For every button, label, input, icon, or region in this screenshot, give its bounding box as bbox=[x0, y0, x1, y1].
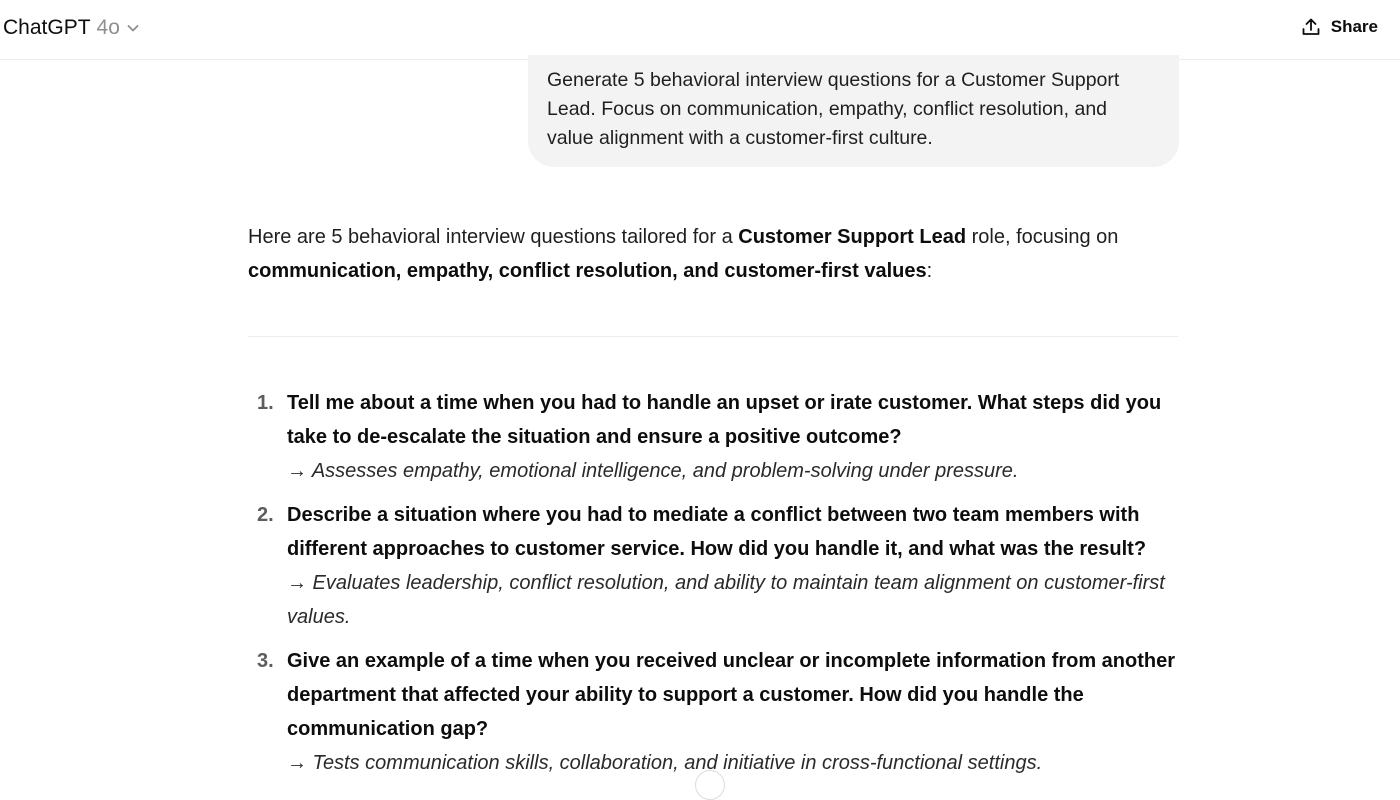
question-note: → Evaluates leadership, conflict resolut… bbox=[287, 572, 1165, 628]
section-divider bbox=[248, 336, 1178, 337]
question-text: Tell me about a time when you had to han… bbox=[287, 392, 1162, 448]
model-name: ChatGPT bbox=[3, 16, 91, 39]
chevron-down-icon bbox=[126, 21, 140, 35]
user-message-bubble: Generate 5 behavioral interview question… bbox=[528, 55, 1179, 167]
scroll-down-button[interactable] bbox=[695, 770, 725, 800]
list-item: 3. Give an example of a time when you re… bbox=[248, 644, 1178, 780]
user-message-text: Generate 5 behavioral interview question… bbox=[547, 69, 1120, 149]
intro-bold-focus: communication, empathy, conflict resolut… bbox=[248, 260, 927, 282]
question-note: → Tests communication skills, collaborat… bbox=[287, 752, 1043, 774]
question-note: → Assesses empathy, emotional intelligen… bbox=[287, 460, 1019, 482]
question-list: 1. Tell me about a time when you had to … bbox=[248, 386, 1178, 790]
intro-text-3: : bbox=[926, 260, 933, 282]
intro-bold-role: Customer Support Lead bbox=[738, 226, 967, 248]
model-selector[interactable]: ChatGPT 4o bbox=[3, 16, 140, 40]
share-label: Share bbox=[1330, 17, 1378, 36]
intro-text-1: Here are 5 behavioral interview question… bbox=[248, 226, 739, 248]
list-item: 1. Tell me about a time when you had to … bbox=[248, 386, 1178, 488]
model-version: 4o bbox=[96, 16, 120, 39]
list-item-number: 1. bbox=[257, 392, 274, 414]
question-text: Describe a situation where you had to me… bbox=[287, 504, 1147, 560]
list-item-number: 3. bbox=[257, 650, 274, 672]
share-upload-icon bbox=[1302, 18, 1320, 35]
question-text: Give an example of a time when you recei… bbox=[287, 650, 1175, 740]
assistant-intro: Here are 5 behavioral interview question… bbox=[248, 220, 1178, 288]
intro-text-2: role, focusing on bbox=[966, 226, 1119, 248]
list-item: 2. Describe a situation where you had to… bbox=[248, 498, 1178, 634]
top-bar: ChatGPT 4o Share bbox=[0, 0, 1400, 60]
list-item-number: 2. bbox=[257, 504, 274, 526]
share-button[interactable]: Share bbox=[1301, 17, 1378, 37]
